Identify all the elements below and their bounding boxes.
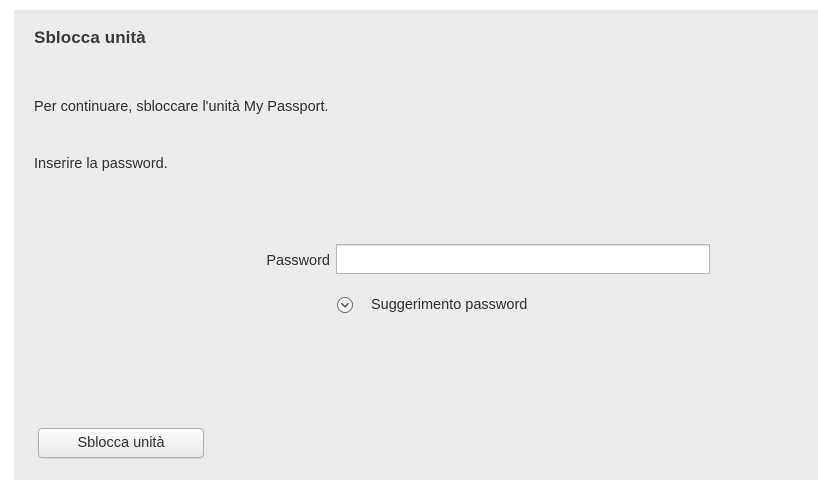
- enter-password-message: Inserire la password.: [34, 156, 168, 172]
- chevron-down-circle-icon: [336, 296, 354, 314]
- panel-title: Sblocca unità: [34, 28, 146, 47]
- password-hint-toggle[interactable]: Suggerimento password: [336, 294, 527, 316]
- password-hint-label: Suggerimento password: [371, 297, 528, 313]
- password-row: Password: [14, 244, 818, 276]
- continue-message: Per continuare, sbloccare l'unità My Pas…: [34, 99, 329, 115]
- unlock-drive-panel: Sblocca unità Per continuare, sbloccare …: [14, 10, 818, 480]
- password-label: Password: [266, 253, 330, 269]
- password-input[interactable]: [336, 244, 710, 274]
- unlock-drive-button[interactable]: Sblocca unità: [38, 428, 204, 458]
